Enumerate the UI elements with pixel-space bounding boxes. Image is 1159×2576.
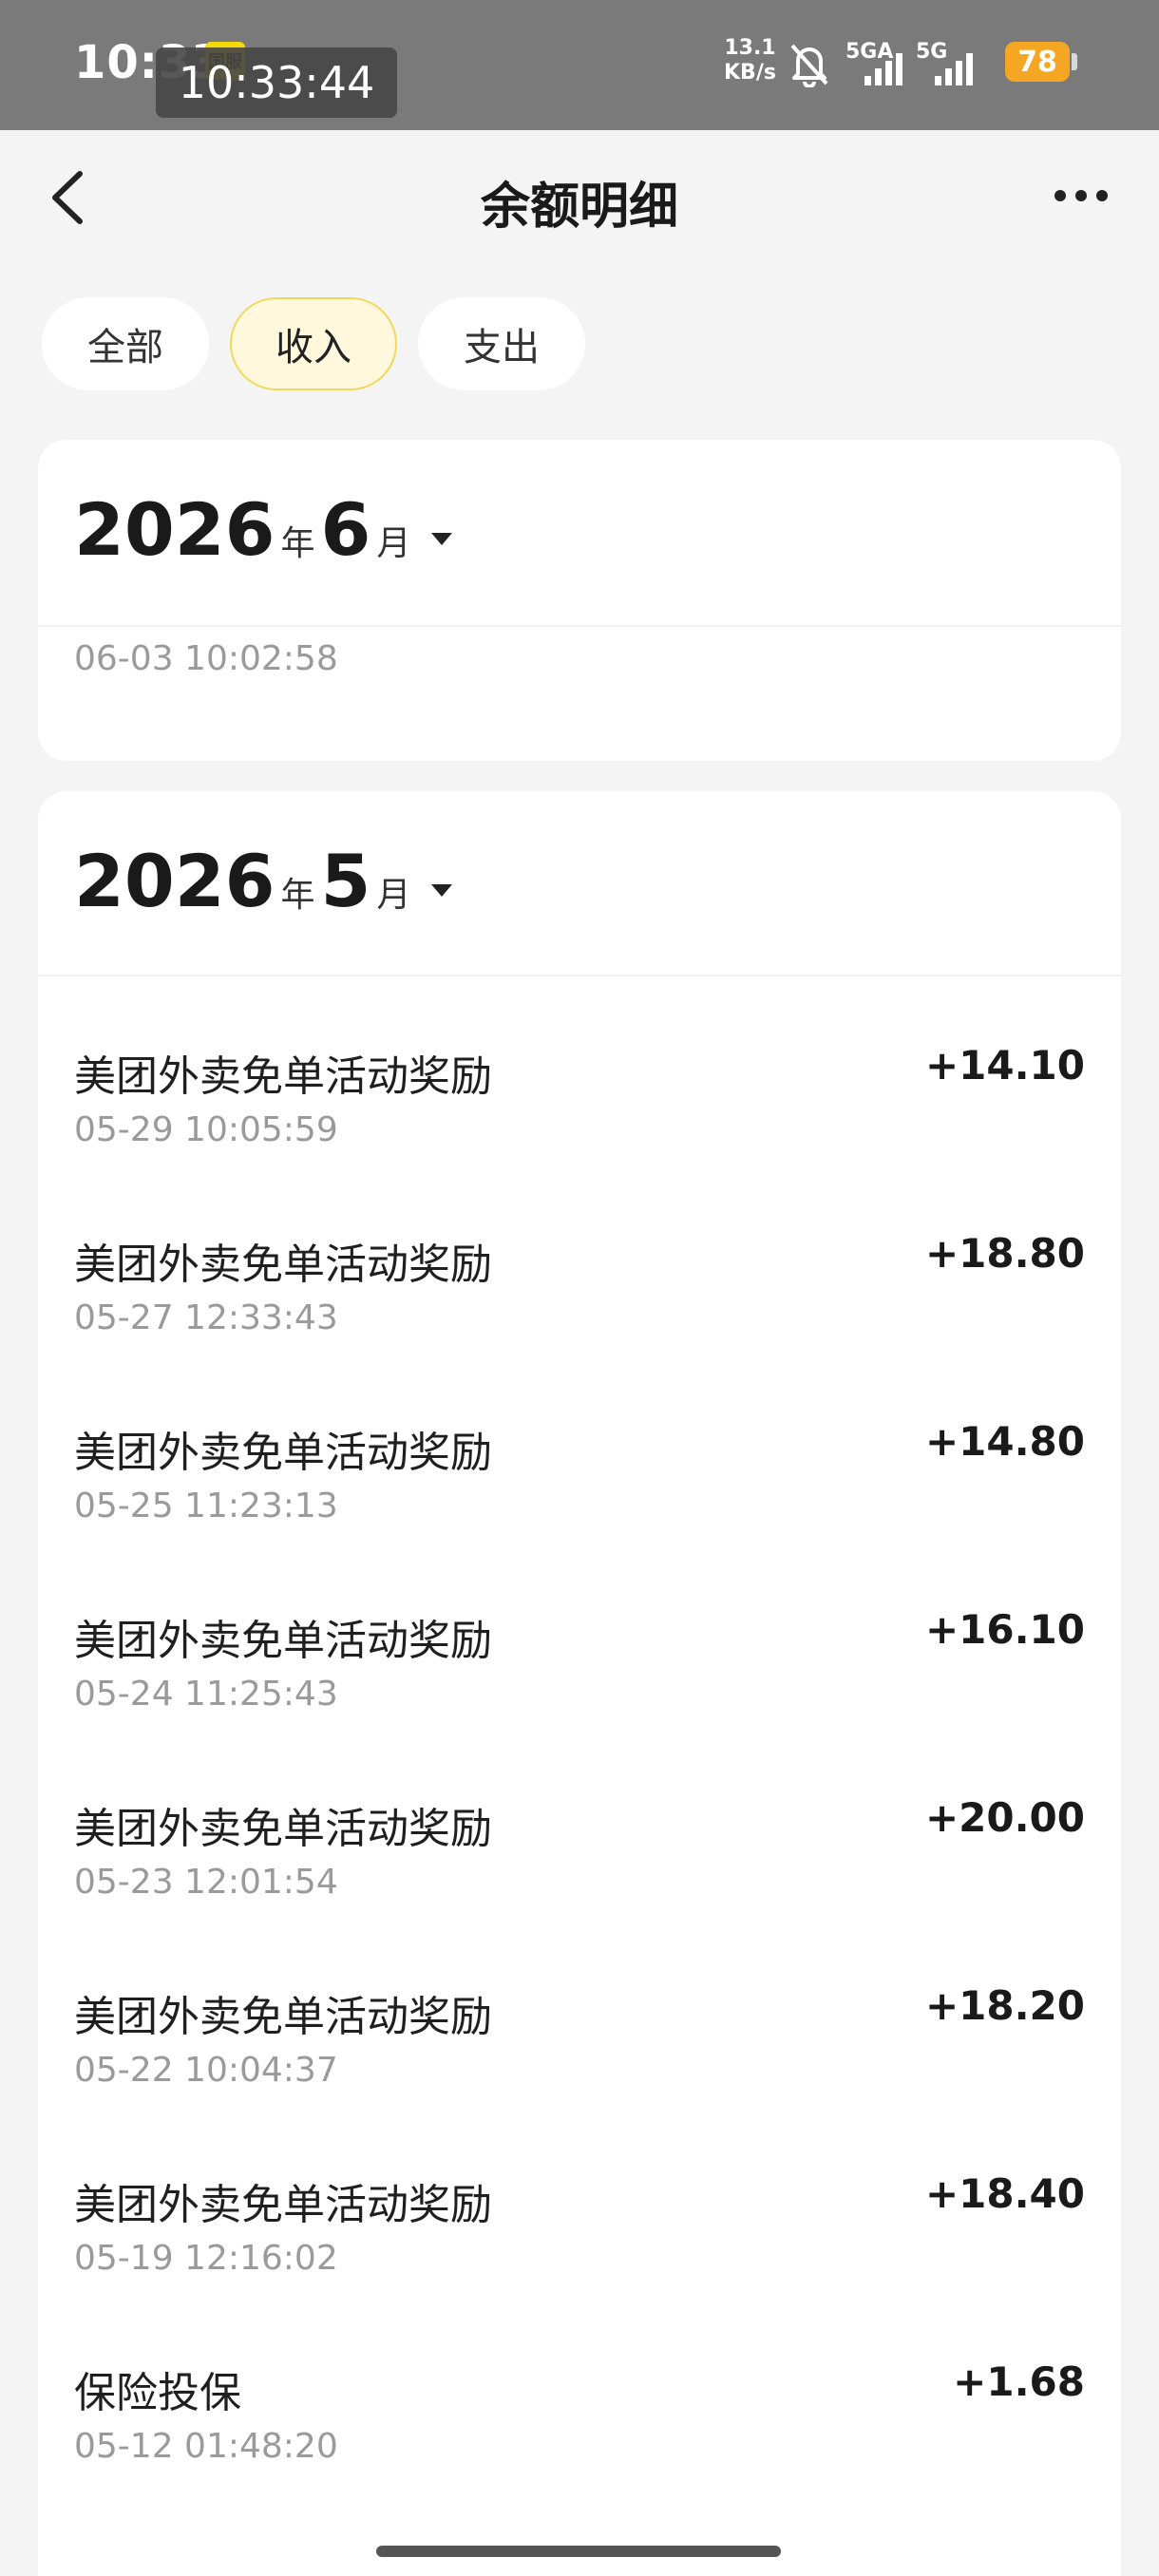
year-unit: 年 bbox=[280, 524, 315, 563]
record-amount: +16.10 bbox=[924, 1606, 1085, 1653]
month-number: 5 bbox=[320, 839, 371, 923]
nav-header: 余额明细 bbox=[0, 130, 1159, 263]
record-title: 美团外卖免单活动奖励 bbox=[74, 1805, 492, 1853]
record-amount: +1.68 bbox=[953, 2358, 1085, 2405]
balance-detail-page: 10:33 国服 10:33:44 13.1 KB/s 5GA 5G 78 bbox=[0, 0, 1159, 2576]
record-title: 美团外卖免单活动奖励 bbox=[74, 1241, 492, 1289]
list-item[interactable]: 保险投保 05-12 01:48:20 +1.68 bbox=[38, 2358, 1121, 2547]
divider bbox=[38, 625, 1121, 627]
record-time: 05-27 12:33:43 bbox=[74, 1298, 338, 1337]
network-speed: 13.1 KB/s bbox=[724, 36, 776, 85]
battery-icon: 78 bbox=[1005, 42, 1070, 82]
record-time: 05-23 12:01:54 bbox=[74, 1863, 338, 1902]
dropdown-caret-icon bbox=[431, 884, 453, 897]
record-title: 美团外卖免单活动奖励 bbox=[74, 1993, 492, 2041]
month-card-june: 2026 年 6 月 06-03 10:02:58 bbox=[38, 440, 1121, 761]
list-item[interactable]: 美团外卖免单活动奖励 05-24 11:25:43 +16.10 bbox=[38, 1606, 1121, 1794]
record-amount: +14.10 bbox=[924, 1042, 1085, 1089]
mute-bell-icon bbox=[790, 44, 828, 87]
list-item[interactable]: 美团外卖免单活动奖励 05-29 10:05:59 +14.10 bbox=[38, 1042, 1121, 1230]
record-title: 美团外卖免单活动奖励 bbox=[74, 1052, 492, 1101]
list-item[interactable]: 美团外卖免单活动奖励 05-25 11:23:13 +14.80 bbox=[38, 1418, 1121, 1606]
filter-all-tab[interactable]: 全部 bbox=[42, 297, 209, 390]
record-amount: +18.80 bbox=[924, 1230, 1085, 1277]
dropdown-caret-icon bbox=[431, 533, 453, 545]
home-indicator[interactable] bbox=[376, 2546, 781, 2557]
more-dots-icon[interactable] bbox=[1054, 181, 1121, 210]
month-selector[interactable]: 2026 年 5 月 bbox=[74, 839, 453, 923]
year-unit: 年 bbox=[280, 876, 315, 915]
filter-income-tab[interactable]: 收入 bbox=[230, 297, 397, 390]
divider bbox=[38, 975, 1121, 976]
month-card-may: 2026 年 5 月 美团外卖免单活动奖励 05-29 10:05:59 +14… bbox=[38, 791, 1121, 2576]
network-speed-unit: KB/s bbox=[724, 61, 776, 85]
month-selector[interactable]: 2026 年 6 月 bbox=[74, 487, 453, 572]
record-title: 美团外卖免单活动奖励 bbox=[74, 1429, 492, 1477]
record-time: 05-19 12:16:02 bbox=[74, 2239, 338, 2278]
month-year: 2026 bbox=[74, 839, 276, 923]
floating-clock[interactable]: 10:33:44 bbox=[156, 47, 397, 118]
record-time: 05-24 11:25:43 bbox=[74, 1675, 338, 1714]
month-number: 6 bbox=[320, 487, 371, 572]
page-title: 余额明细 bbox=[480, 179, 678, 236]
record-title: 美团外卖免单活动奖励 bbox=[74, 1617, 492, 1665]
filter-expense-tab[interactable]: 支出 bbox=[418, 297, 585, 390]
list-item[interactable]: 美团外卖免单活动奖励 05-27 12:33:43 +18.80 bbox=[38, 1230, 1121, 1418]
signal-sim1-icon: 5GA bbox=[846, 40, 902, 87]
month-year: 2026 bbox=[74, 487, 276, 572]
record-time: 05-22 10:04:37 bbox=[74, 2051, 338, 2090]
record-amount: +18.40 bbox=[924, 2170, 1085, 2217]
record-amount: +20.00 bbox=[924, 1794, 1085, 1841]
record-title: 保险投保 bbox=[74, 2369, 241, 2417]
record-time: 05-25 11:23:13 bbox=[74, 1487, 338, 1525]
record-time: 05-29 10:05:59 bbox=[74, 1110, 338, 1149]
signal-sim2-icon: 5G bbox=[916, 40, 973, 87]
battery-tip bbox=[1072, 53, 1077, 70]
list-item[interactable]: 美团外卖免单活动奖励 05-19 12:16:02 +18.40 bbox=[38, 2170, 1121, 2358]
record-title: 美团外卖免单活动奖励 bbox=[74, 2181, 492, 2229]
month-unit: 月 bbox=[376, 524, 411, 563]
list-item[interactable]: 美团外卖免单活动奖励 05-22 10:04:37 +18.20 bbox=[38, 1982, 1121, 2170]
record-time: 06-03 10:02:58 bbox=[74, 639, 338, 678]
status-icons: 5GA 5G bbox=[787, 36, 973, 87]
record-amount: +14.80 bbox=[924, 1418, 1085, 1465]
network-speed-value: 13.1 bbox=[724, 36, 776, 60]
status-bar: 10:33 国服 10:33:44 13.1 KB/s 5GA 5G 78 bbox=[0, 0, 1159, 130]
record-time: 05-12 01:48:20 bbox=[74, 2427, 338, 2466]
month-unit: 月 bbox=[376, 876, 411, 915]
filter-tabs: 全部 收入 支出 bbox=[42, 297, 585, 390]
record-amount: +18.20 bbox=[924, 1982, 1085, 2029]
list-item[interactable]: 美团外卖免单活动奖励 05-23 12:01:54 +20.00 bbox=[38, 1794, 1121, 1982]
